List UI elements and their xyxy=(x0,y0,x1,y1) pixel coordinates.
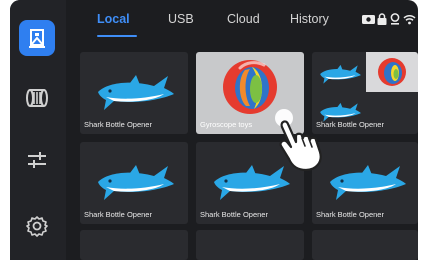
sidebar-item-filament[interactable] xyxy=(19,80,55,116)
gyroscope-thumbnail xyxy=(223,60,277,114)
shark-thumbnail xyxy=(98,165,174,200)
printer-screen: Local USB Cloud History Shark Bottle Ope… xyxy=(10,0,418,260)
file-card[interactable]: Shark Bottle Opener xyxy=(80,142,188,224)
camera-icon xyxy=(361,12,375,26)
file-name: Gyroscope toys xyxy=(200,120,253,129)
gyroscope-mini-thumbnail xyxy=(366,52,418,92)
filament-spool-icon xyxy=(26,89,48,107)
sidebar-item-print[interactable] xyxy=(19,20,55,56)
active-tab-indicator xyxy=(97,35,137,37)
tab-local[interactable]: Local xyxy=(97,12,130,26)
tab-cloud[interactable]: Cloud xyxy=(227,12,260,26)
lock-icon xyxy=(376,12,388,26)
sidebar xyxy=(10,0,66,260)
printer-icon xyxy=(29,29,45,48)
file-name: Shark Bottle Opener xyxy=(84,210,152,219)
file-card-partial[interactable] xyxy=(80,230,188,260)
tab-usb[interactable]: USB xyxy=(168,12,194,26)
wifi-icon xyxy=(402,12,416,26)
shark-thumbnail xyxy=(330,165,406,200)
file-name: Shark Bottle Opener xyxy=(316,210,384,219)
file-card-partial[interactable] xyxy=(312,230,418,260)
file-card-partial[interactable] xyxy=(196,230,304,260)
settings-gear-icon xyxy=(26,216,48,237)
tap-hand-icon xyxy=(275,109,322,172)
shark-thumbnail xyxy=(98,75,174,110)
file-card[interactable]: Shark Bottle Opener xyxy=(80,52,188,134)
file-name: Shark Bottle Opener xyxy=(84,120,152,129)
sidebar-item-settings[interactable] xyxy=(19,208,55,244)
file-name: Shark Bottle Opener xyxy=(200,210,268,219)
adjust-sliders-icon xyxy=(28,152,46,168)
sidebar-item-adjust[interactable] xyxy=(19,142,55,178)
shark-thumbnail xyxy=(320,64,361,84)
tab-history[interactable]: History xyxy=(290,12,329,26)
location-icon xyxy=(389,12,401,26)
